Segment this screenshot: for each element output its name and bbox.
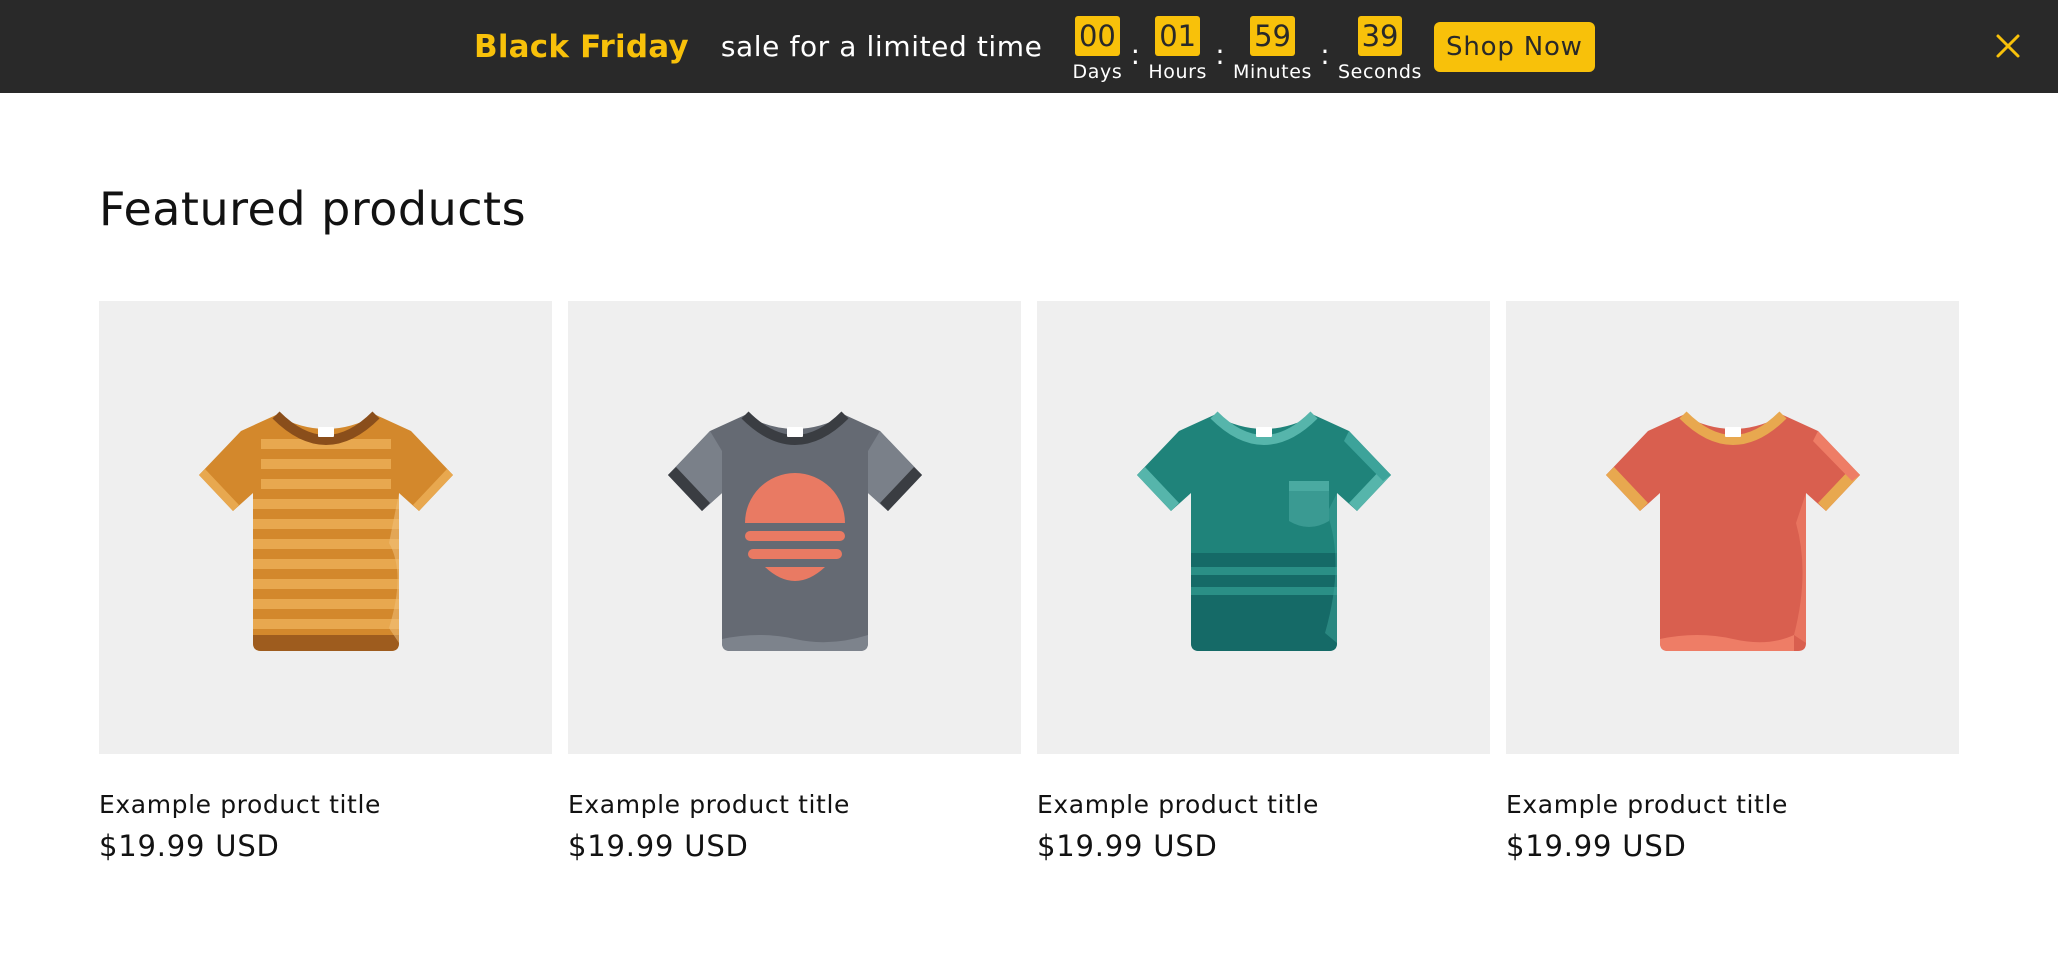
promo-text: sale for a limited time [720, 30, 1043, 63]
product-grid: Example product title $19.99 USD Example… [99, 301, 1959, 863]
countdown-days-label: Days [1072, 61, 1123, 83]
countdown-timer: 00 Days : 01 Hours : 59 Minutes : 39 Sec… [1073, 16, 1423, 83]
countdown-minutes-value: 59 [1250, 16, 1295, 56]
countdown-separator: : [1320, 38, 1330, 71]
announcement-bar: Black Friday sale for a limited time 00 … [0, 0, 2058, 93]
product-price: $19.99 USD [1037, 829, 1218, 863]
countdown-days-value: 00 [1074, 16, 1120, 56]
countdown-seconds: 39 Seconds [1338, 16, 1422, 83]
product-card[interactable]: Example product title $19.99 USD [568, 301, 1021, 863]
close-icon[interactable] [1992, 30, 2024, 62]
product-image[interactable] [568, 301, 1021, 754]
product-price: $19.99 USD [99, 829, 280, 863]
product-title[interactable]: Example product title [1506, 790, 1959, 819]
product-title[interactable]: Example product title [568, 790, 1021, 819]
product-card[interactable]: Example product title $19.99 USD [1037, 301, 1490, 863]
product-card[interactable]: Example product title $19.99 USD [1506, 301, 1959, 863]
countdown-days: 00 Days [1073, 16, 1123, 83]
product-image[interactable] [99, 301, 552, 754]
tshirt-striped-orange-icon [198, 410, 453, 651]
countdown-seconds-label: Seconds [1338, 61, 1423, 83]
section-title: Featured products [99, 182, 527, 236]
countdown-hours-value: 01 [1155, 16, 1201, 56]
countdown-seconds-value: 39 [1357, 16, 1403, 56]
product-price: $19.99 USD [1506, 829, 1687, 863]
countdown-minutes: 59 Minutes [1233, 16, 1312, 83]
promo-title: Black Friday [474, 28, 689, 65]
product-title[interactable]: Example product title [1037, 790, 1490, 819]
tshirt-gray-sunset-icon [667, 410, 922, 651]
tshirt-teal-pocket-icon [1136, 410, 1391, 651]
countdown-separator: : [1130, 38, 1141, 71]
countdown-hours-label: Hours [1148, 61, 1208, 83]
product-image[interactable] [1037, 301, 1490, 754]
product-title[interactable]: Example product title [99, 790, 552, 819]
countdown-minutes-label: Minutes [1233, 61, 1313, 83]
product-image[interactable] [1506, 301, 1959, 754]
announcement-content: Black Friday sale for a limited time 00 … [474, 0, 1595, 93]
product-card[interactable]: Example product title $19.99 USD [99, 301, 552, 863]
countdown-separator: : [1215, 38, 1225, 71]
shop-now-button[interactable]: Shop Now [1434, 21, 1595, 72]
countdown-hours: 01 Hours [1148, 16, 1207, 83]
tshirt-red-icon [1605, 410, 1860, 651]
product-price: $19.99 USD [568, 829, 749, 863]
